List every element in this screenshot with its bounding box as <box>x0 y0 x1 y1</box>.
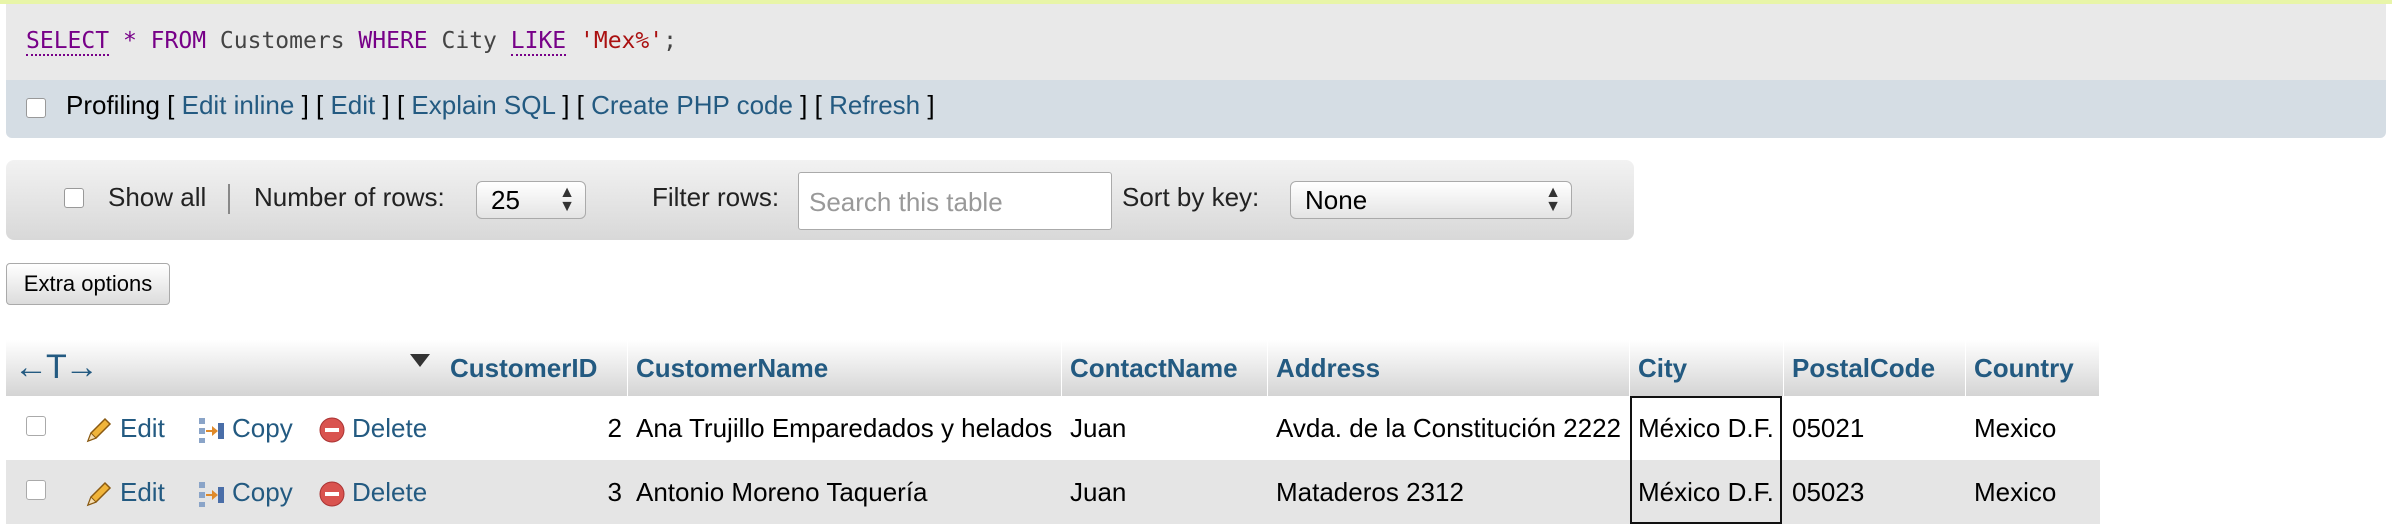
select-updown-icon: ▲ ▼ <box>1545 184 1561 215</box>
column-header-customername[interactable]: CustomerName <box>628 340 1062 396</box>
cell-customername[interactable]: Ana Trujillo Emparedados y helados <box>636 396 1052 460</box>
sql-star: * <box>122 28 137 54</box>
edit-inline-link[interactable]: Edit inline <box>182 90 295 120</box>
delete-label: Delete <box>352 413 428 443</box>
cell-country[interactable]: Mexico <box>1974 460 2056 524</box>
sql-terminator: ; <box>663 28 677 54</box>
row-select-checkbox[interactable] <box>26 480 46 500</box>
sql-keyword-where: WHERE <box>358 28 428 54</box>
row-copy-action[interactable]: Copy <box>196 460 293 524</box>
copy-icon <box>199 482 224 508</box>
cell-postalcode[interactable]: 05023 <box>1792 460 1864 524</box>
sql-column-name: City <box>441 28 497 54</box>
edit-label: Edit <box>120 477 165 507</box>
table-navigation-bar: Show all Number of rows: 25 ▲ ▼ Filter ro… <box>6 160 1634 240</box>
column-header-postalcode[interactable]: PostalCode <box>1784 340 1966 396</box>
extra-options-button[interactable]: Extra options <box>6 263 170 305</box>
sql-pattern-string: 'Mex%' <box>580 28 664 54</box>
row-delete-action[interactable]: Delete <box>318 396 427 460</box>
cell-customername[interactable]: Antonio Moreno Taquería <box>636 460 928 524</box>
delete-icon <box>319 417 345 443</box>
column-header-city[interactable]: City <box>1630 340 1784 396</box>
edit-link[interactable]: Edit <box>330 90 375 120</box>
table-header-row: ←T→ CustomerID CustomerName ContactName … <box>6 340 2100 396</box>
pencil-icon <box>86 418 112 443</box>
delete-icon <box>319 481 345 507</box>
cell-contactname[interactable]: Juan <box>1070 460 1126 524</box>
column-arrows-control-icon[interactable]: ←T→ <box>14 348 99 387</box>
edit-label: Edit <box>120 413 165 443</box>
copy-label: Copy <box>232 477 293 507</box>
number-of-rows-label: Number of rows: <box>254 182 445 212</box>
cell-city[interactable]: México D.F. <box>1638 396 1774 460</box>
navbar-separator <box>228 184 230 214</box>
profiling-label: Profiling <box>66 90 160 120</box>
profiling-checkbox[interactable] <box>26 98 46 118</box>
cell-address[interactable]: Mataderos 2312 <box>1276 460 1464 524</box>
sort-options-dropdown-icon[interactable] <box>410 354 430 367</box>
column-header-address[interactable]: Address <box>1268 340 1630 396</box>
number-of-rows-value: 25 <box>491 185 520 215</box>
cell-customerid[interactable]: 2 <box>442 396 622 460</box>
cell-address[interactable]: Avda. de la Constitución 2222 <box>1276 396 1621 460</box>
number-of-rows-select[interactable]: 25 ▲ ▼ <box>476 181 586 219</box>
sql-query-text: SELECT * FROM Customers WHERE City LIKE … <box>26 28 677 56</box>
row-copy-action[interactable]: Copy <box>196 396 293 460</box>
cell-city[interactable]: México D.F. <box>1638 460 1774 524</box>
select-updown-icon: ▲ ▼ <box>559 184 575 215</box>
column-header-customerid[interactable]: CustomerID <box>442 340 628 396</box>
copy-icon <box>199 418 224 444</box>
copy-label: Copy <box>232 413 293 443</box>
sql-table-name: Customers <box>219 28 345 54</box>
row-edit-action[interactable]: Edit <box>84 396 165 460</box>
sql-keyword-from: FROM <box>150 28 207 54</box>
sql-keyword-select[interactable]: SELECT <box>26 28 110 56</box>
row-edit-action[interactable]: Edit <box>84 460 165 524</box>
explain-sql-link[interactable]: Explain SQL <box>411 90 555 120</box>
sort-by-key-label: Sort by key: <box>1122 182 1260 212</box>
delete-label: Delete <box>352 477 428 507</box>
create-php-code-link[interactable]: Create PHP code <box>591 90 793 120</box>
row-select-checkbox[interactable] <box>26 416 46 436</box>
sort-by-key-value: None <box>1305 185 1368 215</box>
pencil-icon <box>86 482 112 507</box>
sort-by-key-select[interactable]: None ▲ ▼ <box>1290 181 1572 219</box>
table-row: Edit Copy Delete 3 Antonio Moreno Taquer… <box>6 460 2100 524</box>
cell-customerid[interactable]: 3 <box>442 460 622 524</box>
row-delete-action[interactable]: Delete <box>318 460 427 524</box>
filter-rows-label: Filter rows: <box>652 182 780 212</box>
table-row: Edit Copy Delete 2 Ana Trujillo Empareda… <box>6 396 2100 460</box>
cell-postalcode[interactable]: 05021 <box>1792 396 1864 460</box>
refresh-link[interactable]: Refresh <box>829 90 920 120</box>
column-header-contactname[interactable]: ContactName <box>1062 340 1268 396</box>
profiling-bar: Profiling [ Edit inline ] [ Edit ] [ Exp… <box>6 80 2386 138</box>
column-header-country[interactable]: Country <box>1966 340 2100 396</box>
cell-country[interactable]: Mexico <box>1974 396 2056 460</box>
cell-contactname[interactable]: Juan <box>1070 396 1126 460</box>
profiling-actions: Profiling [ Edit inline ] [ Edit ] [ Exp… <box>66 90 935 120</box>
sql-keyword-like[interactable]: LIKE <box>510 28 567 56</box>
filter-rows-placeholder: Search this table <box>809 187 1003 217</box>
show-all-checkbox[interactable] <box>64 188 84 208</box>
filter-rows-input[interactable]: Search this table <box>798 172 1112 230</box>
show-all-label[interactable]: Show all <box>108 182 206 213</box>
sql-query-box[interactable]: SELECT * FROM Customers WHERE City LIKE … <box>6 4 2386 80</box>
